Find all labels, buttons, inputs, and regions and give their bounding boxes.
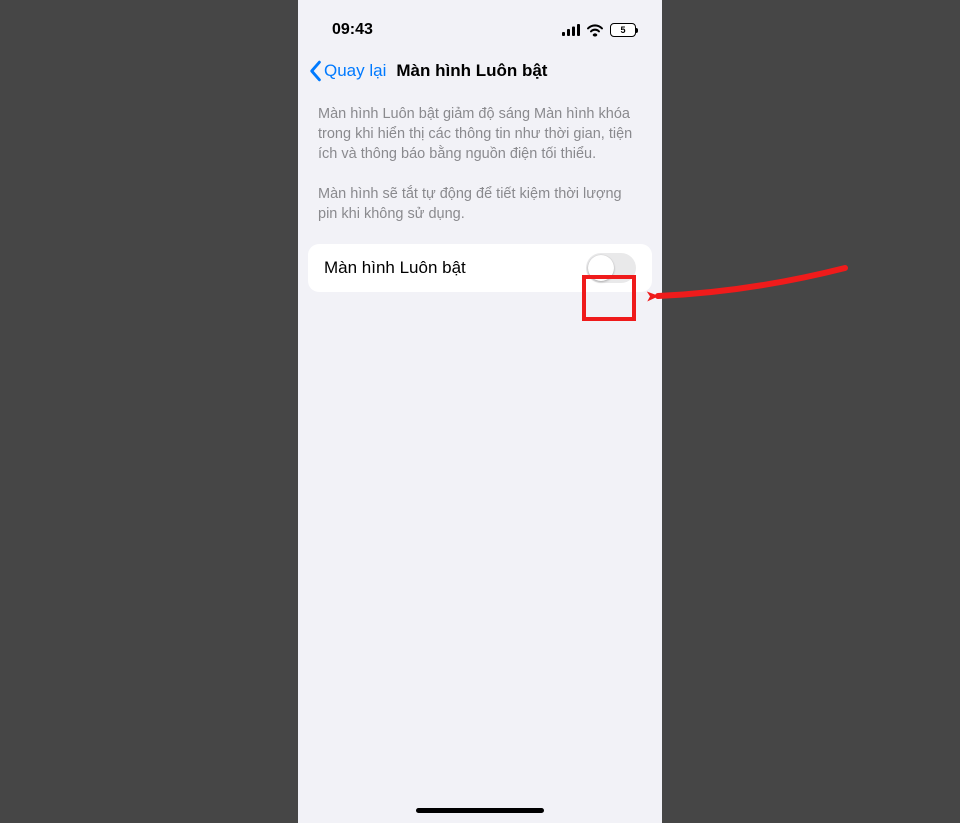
battery-icon: 5 xyxy=(610,23,636,37)
home-indicator[interactable] xyxy=(416,808,544,813)
status-bar: 09:43 5 xyxy=(298,0,662,50)
description-paragraph-1: Màn hình Luôn bật giảm độ sáng Màn hình … xyxy=(318,104,642,164)
battery-level: 5 xyxy=(611,24,635,36)
back-button[interactable]: Quay lại xyxy=(308,60,386,82)
phone-screen: 09:43 5 Quay lại Màn hình Luôn bật Màn h… xyxy=(298,0,662,823)
status-right: 5 xyxy=(562,23,636,37)
wifi-icon xyxy=(586,24,604,37)
page-title: Màn hình Luôn bật xyxy=(396,61,547,81)
always-on-display-row[interactable]: Màn hình Luôn bật xyxy=(308,244,652,292)
cellular-signal-icon xyxy=(562,24,580,36)
always-on-display-toggle[interactable] xyxy=(586,253,636,283)
description-paragraph-2: Màn hình sẽ tắt tự động để tiết kiệm thờ… xyxy=(318,184,642,224)
annotation-arrow-icon xyxy=(640,262,850,312)
description-block: Màn hình Luôn bật giảm độ sáng Màn hình … xyxy=(298,96,662,224)
nav-header: Quay lại Màn hình Luôn bật xyxy=(298,50,662,96)
chevron-left-icon xyxy=(308,60,322,82)
row-label: Màn hình Luôn bật xyxy=(324,258,466,278)
settings-group: Màn hình Luôn bật xyxy=(308,244,652,292)
back-label: Quay lại xyxy=(324,61,386,81)
toggle-knob xyxy=(588,255,614,281)
status-time: 09:43 xyxy=(332,21,373,39)
